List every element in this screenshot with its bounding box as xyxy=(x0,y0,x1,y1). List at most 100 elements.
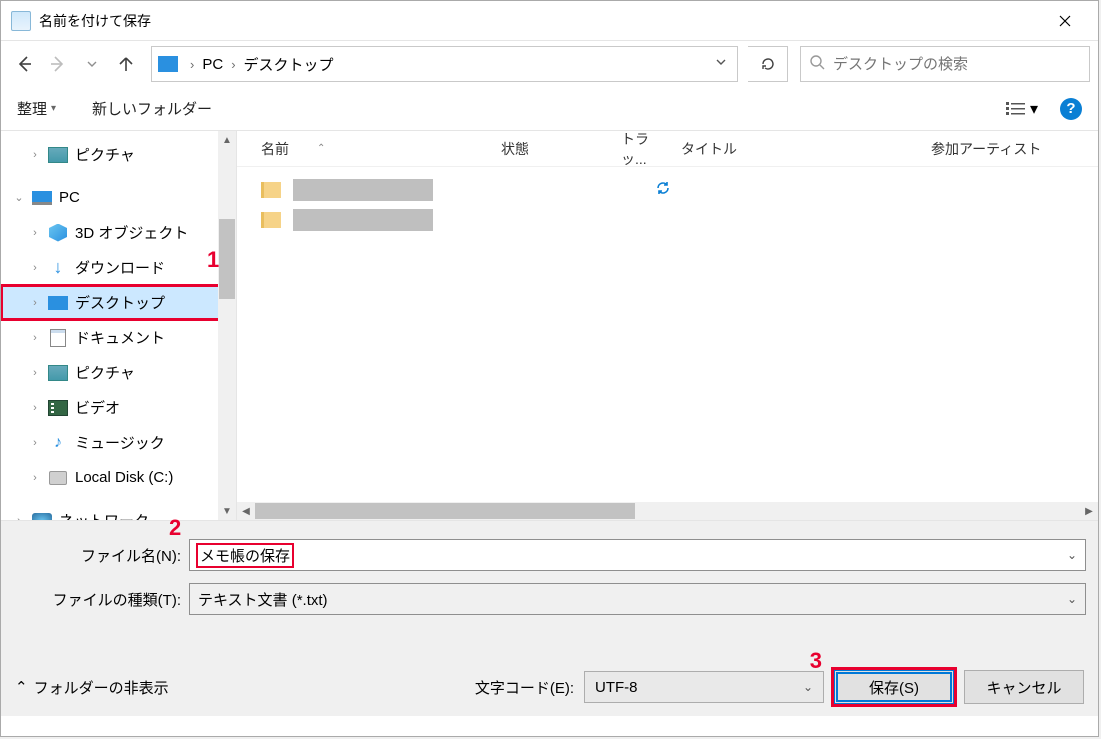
tree-item-downloads[interactable]: ›↓ダウンロード xyxy=(1,250,236,285)
scroll-thumb[interactable] xyxy=(219,219,235,299)
toolbar: 整理▾ 新しいフォルダー ▾ ? xyxy=(1,87,1098,131)
window-title: 名前を付けて保存 xyxy=(39,11,151,31)
scroll-right-icon[interactable]: ▶ xyxy=(1080,506,1098,517)
breadcrumb-dropdown[interactable] xyxy=(705,55,737,73)
app-icon xyxy=(11,11,31,31)
col-artist[interactable]: 参加アーティスト xyxy=(931,139,1098,159)
refresh-button[interactable] xyxy=(748,46,788,82)
chevron-right-icon: › xyxy=(29,367,41,379)
chevron-right-icon: › xyxy=(29,262,41,274)
sync-icon xyxy=(655,180,671,201)
tree-item-network[interactable]: ›ネットワーク xyxy=(1,503,236,520)
column-headers: 名前⌃ 状態 トラッ... タイトル 参加アーティスト xyxy=(237,131,1098,167)
file-list-pane: 名前⌃ 状態 トラッ... タイトル 参加アーティスト ◀ xyxy=(237,131,1098,520)
file-list xyxy=(237,167,1098,243)
filetype-select[interactable]: テキスト文書 (*.txt) ⌄ xyxy=(189,583,1086,615)
folder-icon xyxy=(261,212,281,228)
annotation-3: 3 xyxy=(810,648,822,674)
scroll-up-icon[interactable]: ▲ xyxy=(218,131,236,149)
file-name-redacted xyxy=(293,179,433,201)
scroll-down-icon[interactable]: ▼ xyxy=(218,502,236,520)
chevron-right-icon: › xyxy=(29,297,41,309)
search-box[interactable] xyxy=(800,46,1090,82)
breadcrumb-pc[interactable]: PC xyxy=(200,56,225,73)
caret-down-icon: ▾ xyxy=(1030,99,1038,119)
up-button[interactable] xyxy=(111,49,141,79)
cancel-button[interactable]: キャンセル xyxy=(964,670,1084,704)
nav-row: › PC › デスクトップ xyxy=(1,41,1098,87)
chevron-right-icon: › xyxy=(29,149,41,161)
file-row[interactable] xyxy=(261,205,1074,235)
sort-up-icon: ⌃ xyxy=(317,143,325,154)
new-folder-button[interactable]: 新しいフォルダー xyxy=(92,98,212,119)
tree-item-documents[interactable]: ›ドキュメント xyxy=(1,320,236,355)
col-track[interactable]: トラッ... xyxy=(621,129,681,169)
video-icon xyxy=(48,400,68,416)
titlebar: 名前を付けて保存 xyxy=(1,1,1098,41)
chevron-up-icon: ⌃ xyxy=(15,678,28,696)
chevron-right-icon: › xyxy=(225,57,241,72)
chevron-right-icon: › xyxy=(29,402,41,414)
hide-folders-toggle[interactable]: ⌃ フォルダーの非表示 xyxy=(15,677,169,698)
save-button[interactable]: 保存(S) xyxy=(834,670,954,704)
view-mode-button[interactable]: ▾ xyxy=(1006,99,1038,119)
bottom-bar: ⌃ フォルダーの非表示 文字コード(E): UTF-8 ⌄ 3 保存(S) キャ… xyxy=(1,658,1098,716)
forward-button[interactable] xyxy=(43,49,73,79)
tree-item-pictures2[interactable]: ›ピクチャ xyxy=(1,355,236,390)
col-state[interactable]: 状態 xyxy=(501,139,621,159)
chevron-right-icon: › xyxy=(184,57,200,72)
file-name-redacted xyxy=(293,209,433,231)
chevron-down-icon: ⌄ xyxy=(13,191,25,204)
details-view-icon xyxy=(1006,101,1026,117)
tree-item-videos[interactable]: ›ビデオ xyxy=(1,390,236,425)
tree-item-music[interactable]: ›♪ミュージック xyxy=(1,425,236,460)
pc-icon xyxy=(158,56,178,72)
pc-icon xyxy=(32,191,52,205)
breadcrumb-desktop[interactable]: デスクトップ xyxy=(242,54,336,75)
search-input[interactable] xyxy=(833,56,1089,73)
dropdown-icon[interactable]: ⌄ xyxy=(803,680,813,694)
col-name[interactable]: 名前⌃ xyxy=(261,139,501,159)
chevron-right-icon: › xyxy=(29,437,41,449)
horizontal-scrollbar[interactable]: ◀ ▶ xyxy=(237,502,1098,520)
filename-label: ファイル名(N): xyxy=(13,545,189,566)
disk-icon xyxy=(49,471,67,485)
dropdown-icon[interactable]: ⌄ xyxy=(1067,592,1077,606)
tree-item-local-disk[interactable]: ›Local Disk (C:) xyxy=(1,460,236,495)
filetype-label: ファイルの種類(T): xyxy=(13,589,189,610)
tree-scrollbar[interactable]: ▲ ▼ xyxy=(218,131,236,520)
network-icon xyxy=(32,513,52,521)
tree-item-3d-objects[interactable]: ›3D オブジェクト xyxy=(1,215,236,250)
filename-input[interactable]: メモ帳の保存 ⌄ xyxy=(189,539,1086,571)
dropdown-icon[interactable]: ⌄ xyxy=(1067,548,1077,562)
file-row[interactable] xyxy=(261,175,1074,205)
breadcrumb[interactable]: › PC › デスクトップ xyxy=(151,46,738,82)
tree-item-pc[interactable]: ⌄PC xyxy=(1,180,236,215)
close-icon xyxy=(1059,15,1071,27)
pictures-icon xyxy=(48,365,68,381)
chevron-right-icon: › xyxy=(29,332,41,344)
close-button[interactable] xyxy=(1042,5,1088,37)
nav-tree: ›ピクチャ ⌄PC ›3D オブジェクト ›↓ダウンロード ›デスクトップ ›ド… xyxy=(1,131,237,520)
caret-down-icon: ▾ xyxy=(51,103,56,114)
col-title[interactable]: タイトル xyxy=(681,139,931,159)
search-icon xyxy=(801,54,833,75)
save-as-dialog: 名前を付けて保存 › PC › デスクトップ 整理▾ 新しいフォルダー xyxy=(0,0,1099,737)
recent-dropdown[interactable] xyxy=(77,49,107,79)
tree-item-pictures[interactable]: ›ピクチャ xyxy=(1,137,236,172)
pictures-icon xyxy=(48,147,68,163)
scroll-left-icon[interactable]: ◀ xyxy=(237,506,255,517)
music-icon: ♪ xyxy=(54,434,62,452)
encoding-select[interactable]: UTF-8 ⌄ xyxy=(584,671,824,703)
chevron-right-icon: › xyxy=(13,515,25,521)
tree-item-desktop[interactable]: ›デスクトップ xyxy=(1,285,236,320)
help-button[interactable]: ? xyxy=(1060,98,1082,120)
3d-icon xyxy=(49,224,67,242)
desktop-icon xyxy=(48,296,68,310)
scroll-thumb[interactable] xyxy=(255,503,635,519)
filetype-value: テキスト文書 (*.txt) xyxy=(198,589,328,610)
folder-icon xyxy=(261,182,281,198)
download-icon: ↓ xyxy=(54,257,63,278)
back-button[interactable] xyxy=(9,49,39,79)
organize-button[interactable]: 整理▾ xyxy=(17,98,56,119)
